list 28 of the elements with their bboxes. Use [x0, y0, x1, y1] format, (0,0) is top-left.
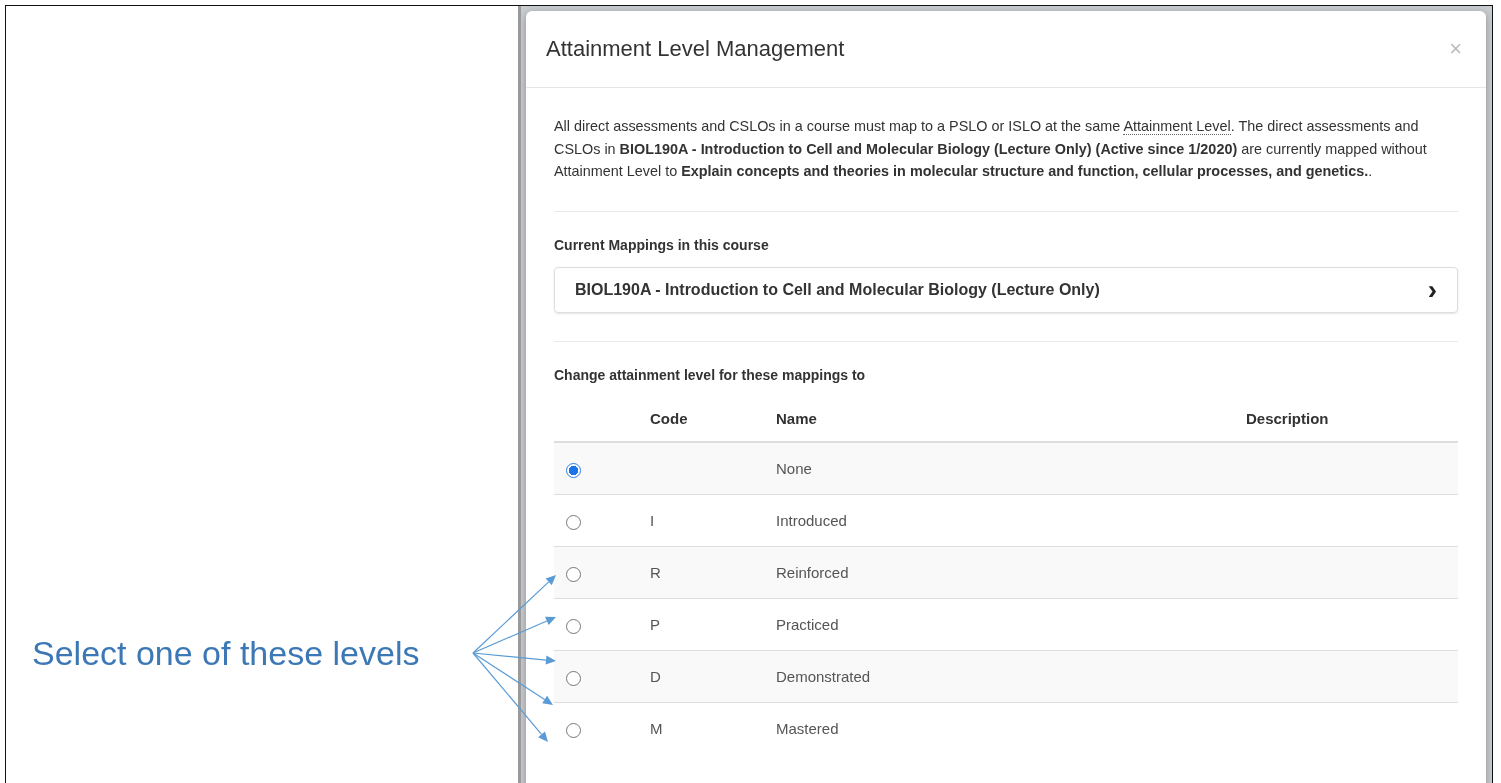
radio-button[interactable]: [566, 463, 581, 478]
chevron-icon: ›: [1427, 280, 1437, 299]
column-header: Description: [1246, 410, 1329, 427]
table-cell: Demonstrated: [776, 667, 871, 685]
table-cell: M: [650, 719, 663, 737]
table-cell: Mastered: [776, 719, 839, 737]
table-cell: Practiced: [776, 615, 839, 633]
table-cell: Introduced: [776, 511, 847, 529]
radio-button[interactable]: [566, 723, 581, 738]
mapping-item[interactable]: BIOL190A - Introduction to Cell and Molecular Biology (Lecture Only) ›: [554, 266, 1458, 313]
section-label: Change attainment level for these mappings to: [554, 366, 867, 383]
table-cell: None: [776, 459, 812, 477]
column-header: Name: [776, 410, 817, 427]
radio-button[interactable]: [566, 671, 581, 686]
radio-button[interactable]: [566, 619, 581, 634]
radio-button[interactable]: [566, 515, 581, 530]
column-header: Code: [650, 410, 688, 427]
intro-paragraph: All direct assessments and CSLOs in a course must map to a PSLO or ISLO at the same Attainment Level. The direct assessments and CSLOs in BIOL190A - Introduction to Cell and Molecular Biology (Lecture Only) (Active since 1/2020) are currently mapped without Attainment Level to Explain concepts and theories in molecular structure and function, cellular processes, and genetics..: [554, 117, 1428, 181]
table-cell: P: [650, 615, 660, 633]
table-cell: R: [650, 563, 661, 581]
table-cell: D: [650, 667, 661, 685]
section-label: Current Mappings in this course: [554, 236, 770, 253]
mapping-label: BIOL190A - Introduction to Cell and Molecular Biology (Lecture Only): [575, 280, 1100, 299]
table-cell: I: [650, 511, 655, 529]
dialog-title: Attainment Level Management: [546, 36, 845, 62]
radio-button[interactable]: [566, 567, 581, 582]
annotation-text: Select one of these levels: [32, 634, 420, 673]
table-cell: Reinforced: [776, 563, 849, 581]
